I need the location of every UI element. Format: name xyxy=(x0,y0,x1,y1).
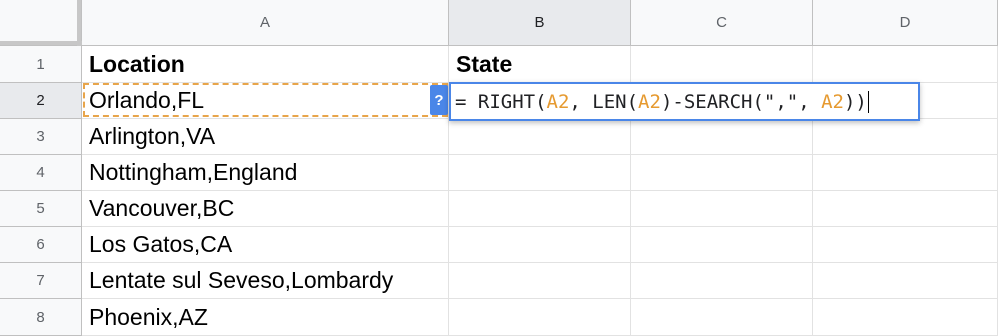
help-label: ? xyxy=(434,91,444,109)
formula-reference-2: A2 xyxy=(638,90,661,113)
formula-cell-editor[interactable]: = RIGHT(A2, LEN(A2)-SEARCH(",", A2)) xyxy=(449,82,920,121)
row-header-3[interactable]: 3 xyxy=(0,119,82,155)
cell-b7[interactable] xyxy=(449,263,631,299)
column-header-d[interactable]: D xyxy=(813,0,998,46)
select-all-corner[interactable] xyxy=(0,0,82,46)
cell-c1[interactable] xyxy=(631,46,813,83)
cell-c3[interactable] xyxy=(631,119,813,155)
formula-part-3: )-SEARCH(",", xyxy=(660,90,822,113)
column-header-a[interactable]: A xyxy=(82,0,449,46)
cell-a6[interactable]: Los Gatos,CA xyxy=(82,227,449,263)
cell-b3[interactable] xyxy=(449,119,631,155)
cell-a5[interactable]: Vancouver,BC xyxy=(82,191,449,227)
formula-part-2: , LEN( xyxy=(569,90,639,113)
row-header-7[interactable]: 7 xyxy=(0,263,82,299)
cell-b5[interactable] xyxy=(449,191,631,227)
spreadsheet-grid[interactable]: A B C D 1 2 3 4 5 6 7 8 Location Orlando… xyxy=(0,0,998,336)
cell-c6[interactable] xyxy=(631,227,813,263)
freeze-column-handle[interactable] xyxy=(77,0,81,46)
cell-a7[interactable]: Lentate sul Seveso,Lombardy xyxy=(82,263,449,299)
cell-d7[interactable] xyxy=(813,263,998,299)
cell-a2[interactable]: Orlando,FL xyxy=(82,83,449,119)
cell-c5[interactable] xyxy=(631,191,813,227)
row-header-6[interactable]: 6 xyxy=(0,227,82,263)
row-header-2[interactable]: 2 xyxy=(0,83,82,119)
cell-d1[interactable] xyxy=(813,46,998,83)
cell-c7[interactable] xyxy=(631,263,813,299)
formula-help-button[interactable]: ? xyxy=(430,85,448,115)
formula-part-4: )) xyxy=(843,90,867,113)
cell-d8[interactable] xyxy=(813,299,998,336)
cell-a8[interactable]: Phoenix,AZ xyxy=(82,299,449,336)
row-header-8[interactable]: 8 xyxy=(0,299,82,336)
cell-b4[interactable] xyxy=(449,155,631,191)
cell-a1[interactable]: Location xyxy=(82,46,449,83)
cell-a4[interactable]: Nottingham,England xyxy=(82,155,449,191)
column-header-b[interactable]: B xyxy=(449,0,631,46)
cell-d4[interactable] xyxy=(813,155,998,191)
row-header-5[interactable]: 5 xyxy=(0,191,82,227)
cell-a3[interactable]: Arlington,VA xyxy=(82,119,449,155)
text-cursor xyxy=(867,90,869,113)
row-header-1[interactable]: 1 xyxy=(0,46,82,83)
cell-c4[interactable] xyxy=(631,155,813,191)
cell-b1[interactable]: State xyxy=(449,46,631,83)
formula-reference-3: A2 xyxy=(821,90,844,113)
cell-c8[interactable] xyxy=(631,299,813,336)
cell-d6[interactable] xyxy=(813,227,998,263)
row-header-4[interactable]: 4 xyxy=(0,155,82,191)
freeze-row-handle[interactable] xyxy=(0,41,82,45)
cell-b8[interactable] xyxy=(449,299,631,336)
cell-b6[interactable] xyxy=(449,227,631,263)
formula-part-1: = RIGHT( xyxy=(455,90,547,113)
cell-d5[interactable] xyxy=(813,191,998,227)
cell-d3[interactable] xyxy=(813,119,998,155)
formula-reference-1: A2 xyxy=(546,90,570,113)
column-header-c[interactable]: C xyxy=(631,0,813,46)
